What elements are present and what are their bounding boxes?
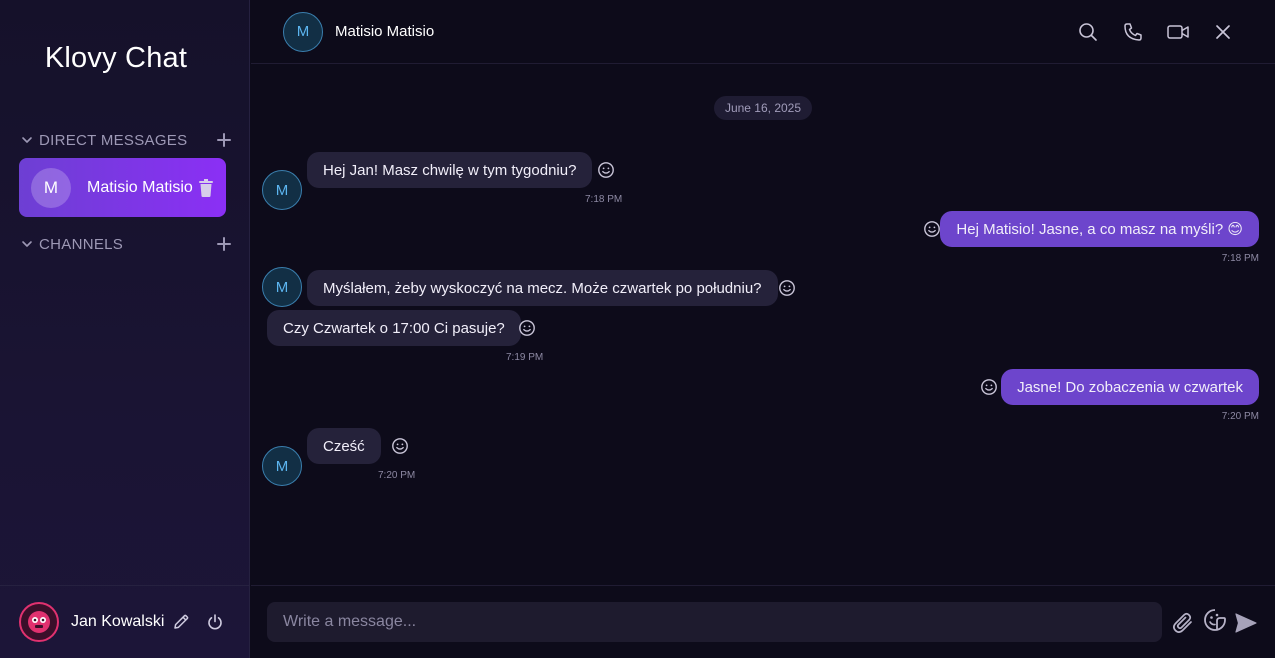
- message-composer: [251, 585, 1275, 658]
- message-time: 7:18 PM: [585, 194, 623, 205]
- sticker-icon[interactable]: [1203, 608, 1227, 632]
- user-name: Jan Kowalski: [71, 613, 165, 630]
- add-reaction-icon[interactable]: [980, 378, 998, 396]
- send-icon[interactable]: [1234, 611, 1258, 635]
- trash-icon[interactable]: [198, 178, 214, 197]
- video-call-button[interactable]: [1167, 21, 1189, 43]
- section-label: DIRECT MESSAGES: [39, 131, 188, 149]
- edit-icon[interactable]: [172, 613, 190, 631]
- contact-avatar[interactable]: M: [262, 267, 302, 307]
- avatar: M: [31, 167, 71, 208]
- message-bubble-incoming[interactable]: Czy Czwartek o 17:00 Ci pasuje?: [267, 310, 521, 346]
- phone-icon: [1124, 22, 1142, 41]
- message-time: 7:20 PM: [1221, 411, 1259, 422]
- add-reaction-icon[interactable]: [391, 437, 409, 455]
- dm-item-matisio[interactable]: M Matisio Matisio: [19, 158, 226, 217]
- sidebar: Klovy Chat DIRECT MESSAGES M Matisio Mat…: [0, 0, 250, 658]
- message-time: 7:20 PM: [378, 470, 416, 481]
- app-title: Klovy Chat: [44, 42, 188, 74]
- user-avatar[interactable]: [19, 602, 59, 642]
- message-bubble-incoming[interactable]: Hej Jan! Masz chwilę w tym tygodniu?: [307, 152, 593, 188]
- search-button[interactable]: [1077, 21, 1099, 43]
- search-icon: [1079, 22, 1097, 41]
- close-icon: [1216, 24, 1230, 39]
- chat-panel: M Matisio Matisio June 16, 2025 M Hej Ja…: [251, 0, 1275, 658]
- message-bubble-incoming[interactable]: Cześć: [307, 428, 381, 464]
- message-time: 7:18 PM: [1221, 253, 1259, 264]
- date-separator: June 16, 2025: [714, 96, 812, 120]
- video-icon: [1167, 24, 1189, 39]
- section-direct-messages[interactable]: DIRECT MESSAGES: [20, 128, 232, 152]
- message-input[interactable]: [267, 602, 1162, 642]
- dm-name: Matisio Matisio: [87, 178, 193, 196]
- add-reaction-icon[interactable]: [597, 161, 615, 179]
- message-bubble-outgoing[interactable]: Hej Matisio! Jasne, a co masz na myśli? …: [940, 211, 1259, 247]
- contact-avatar[interactable]: M: [262, 446, 302, 486]
- message-bubble-incoming[interactable]: Myślałem, żeby wyskoczyć na mecz. Może c…: [307, 270, 778, 306]
- add-direct-message-icon[interactable]: [216, 132, 232, 148]
- close-chat-button[interactable]: [1212, 21, 1234, 43]
- add-channel-icon[interactable]: [216, 236, 232, 252]
- contact-avatar[interactable]: M: [283, 11, 323, 52]
- section-label: CHANNELS: [39, 235, 124, 253]
- avatar-illustration-icon: [28, 611, 50, 633]
- chevron-down-icon: [22, 241, 32, 247]
- add-reaction-icon[interactable]: [518, 319, 536, 337]
- contact-name: Matisio Matisio: [335, 23, 435, 40]
- power-icon[interactable]: [206, 613, 224, 631]
- add-reaction-icon[interactable]: [923, 220, 941, 238]
- message-bubble-outgoing[interactable]: Jasne! Do zobaczenia w czwartek: [1001, 369, 1259, 405]
- user-panel: Jan Kowalski: [0, 585, 250, 658]
- contact-avatar[interactable]: M: [262, 170, 302, 210]
- add-reaction-icon[interactable]: [778, 279, 796, 297]
- chevron-down-icon: [22, 137, 32, 143]
- call-button[interactable]: [1122, 21, 1144, 43]
- section-channels[interactable]: CHANNELS: [20, 232, 232, 256]
- paperclip-icon[interactable]: [1171, 611, 1195, 635]
- chat-header: M Matisio Matisio: [251, 0, 1275, 64]
- message-time: 7:19 PM: [506, 352, 544, 363]
